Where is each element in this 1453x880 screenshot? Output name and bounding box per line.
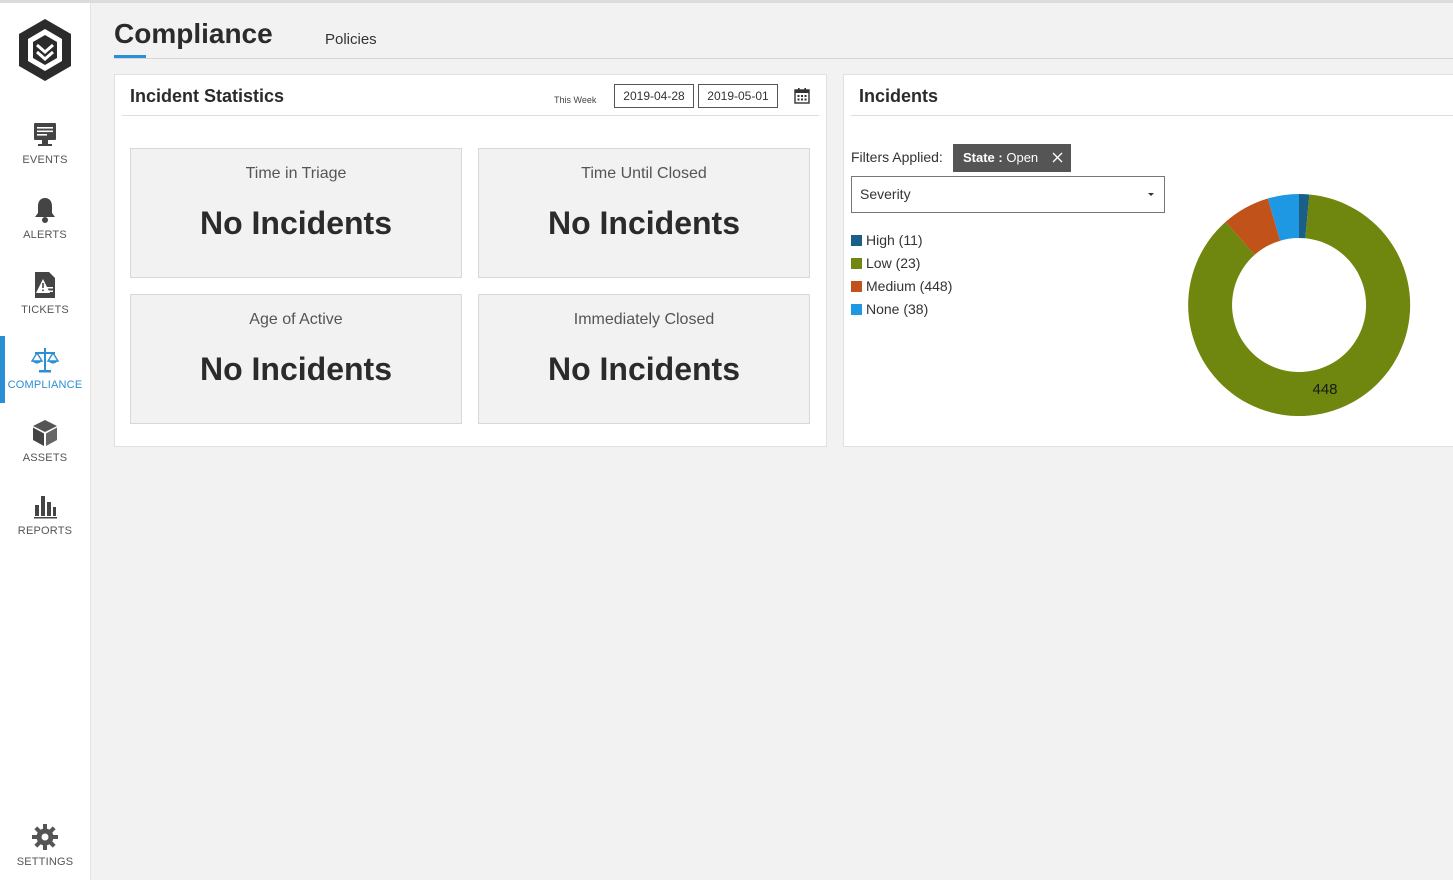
stat-card-time-in-triage: Time in Triage No Incidents <box>130 148 462 278</box>
filters-applied-label: Filters Applied: <box>851 149 943 165</box>
page-title: Compliance <box>114 18 273 49</box>
bar-chart-icon <box>34 496 57 519</box>
nav-tickets[interactable]: TICKETS <box>0 271 90 341</box>
stat-card-time-until-closed: Time Until Closed No Incidents <box>478 148 810 278</box>
nav-label-alerts: ALERTS <box>23 229 67 241</box>
incidents-panel: Incidents Filters Applied: State : Open … <box>843 74 1453 447</box>
scales-icon <box>31 348 59 373</box>
nav-alerts[interactable]: ALERTS <box>0 196 90 266</box>
legend-item-high[interactable]: High (11) <box>851 231 952 254</box>
incidents-divider <box>851 115 1453 116</box>
nav-label-settings: SETTINGS <box>16 856 74 868</box>
nav-settings[interactable]: SETTINGS <box>0 823 90 880</box>
top-border <box>0 0 1453 3</box>
filter-key: State <box>963 150 995 165</box>
legend-label: None (38) <box>866 301 929 317</box>
close-icon[interactable] <box>1052 152 1063 163</box>
nav-label-compliance: COMPLIANCE <box>7 379 83 391</box>
filter-value: Open <box>1006 150 1039 165</box>
sidebar: EVENTS ALERTS TICKETS COMPLIANCE ASSETS … <box>0 3 91 880</box>
app-logo[interactable] <box>16 17 74 83</box>
end-date-field[interactable]: 2019-05-01 <box>698 84 778 108</box>
severity-donut-chart[interactable]: 448 <box>1187 193 1411 417</box>
nav-label-tickets: TICKETS <box>21 304 69 316</box>
legend-swatch-high <box>851 235 862 246</box>
legend-item-low[interactable]: Low (23) <box>851 254 952 277</box>
stat-label: Immediately Closed <box>573 311 715 328</box>
stat-label: Time Until Closed <box>581 165 707 182</box>
start-date-field[interactable]: 2019-04-28 <box>614 84 694 108</box>
filter-separator: : <box>994 150 1007 165</box>
stat-label: Time in Triage <box>245 165 347 182</box>
stat-value: No Incidents <box>547 205 740 241</box>
nav-reports[interactable]: REPORTS <box>0 492 90 562</box>
legend-swatch-medium <box>851 281 862 292</box>
nav-label-reports: REPORTS <box>17 525 73 537</box>
legend-swatch-none <box>851 304 862 315</box>
nav-label-assets: ASSETS <box>22 452 68 464</box>
bell-icon <box>35 198 55 223</box>
stat-value: No Incidents <box>547 351 740 387</box>
calendar-icon[interactable] <box>794 87 810 104</box>
nav-events[interactable]: EVENTS <box>0 121 90 191</box>
legend-label: Medium (448) <box>866 278 953 294</box>
date-range-label: This Week <box>554 95 597 105</box>
legend-label: Low (23) <box>866 255 921 271</box>
tab-policies[interactable]: Policies <box>325 31 377 48</box>
incident-statistics-panel: Incident Statistics This Week 2019-04-28… <box>114 74 827 447</box>
group-by-value: Severity <box>860 186 911 202</box>
stat-label: Age of Active <box>249 311 343 328</box>
gear-icon <box>32 824 58 850</box>
chevron-down-icon <box>1148 193 1154 196</box>
monitor-icon <box>34 123 56 146</box>
severity-legend: High (11) Low (23) Medium (448) None (38… <box>851 231 952 323</box>
header-divider <box>114 58 1453 59</box>
incidents-title: Incidents <box>859 86 939 106</box>
legend-item-none[interactable]: None (38) <box>851 300 952 323</box>
filter-chip-state[interactable]: State : Open <box>953 144 1071 172</box>
donut-value-label: 448 <box>1312 381 1337 398</box>
legend-label: High (11) <box>866 232 923 248</box>
ticket-warning-icon <box>35 272 55 298</box>
group-by-select[interactable]: Severity <box>851 176 1165 213</box>
stats-divider <box>122 115 819 116</box>
cube-icon <box>33 420 57 446</box>
nav-compliance[interactable]: COMPLIANCE <box>0 336 90 416</box>
nav-label-events: EVENTS <box>22 154 68 166</box>
legend-swatch-low <box>851 258 862 269</box>
incident-statistics-title: Incident Statistics <box>130 86 285 106</box>
stat-value: No Incidents <box>199 351 392 387</box>
stat-card-immediately-closed: Immediately Closed No Incidents <box>478 294 810 424</box>
stat-value: No Incidents <box>199 205 392 241</box>
stat-card-age-of-active: Age of Active No Incidents <box>130 294 462 424</box>
legend-item-medium[interactable]: Medium (448) <box>851 277 952 300</box>
nav-assets[interactable]: ASSETS <box>0 419 90 489</box>
